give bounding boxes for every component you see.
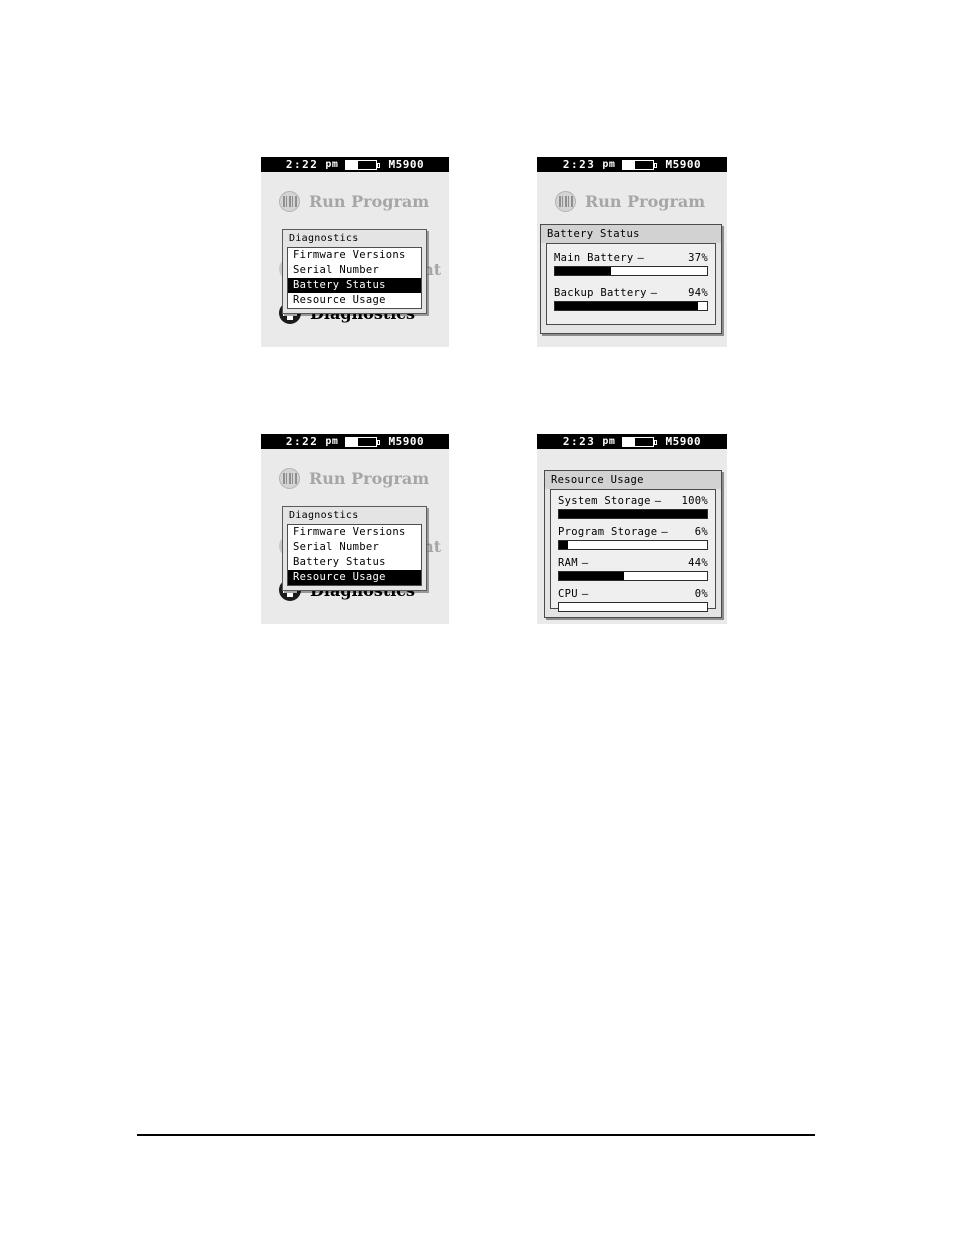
- home-screen: Run Program Diagnostics Battery Status M…: [537, 172, 727, 347]
- meter-label: System Storage — 100%: [558, 495, 708, 507]
- meter-label: Program Storage — 6%: [558, 526, 708, 538]
- meter-dash: —: [637, 252, 645, 264]
- meter-dash: —: [654, 495, 662, 507]
- meter-fill: [555, 267, 612, 275]
- status-bar: 2:22 pm M5900: [261, 434, 449, 449]
- menu-list: Firmware Versions Serial Number Battery …: [287, 524, 422, 586]
- meter-name: CPU: [558, 588, 578, 600]
- meter-name: Program Storage: [558, 526, 658, 538]
- meter-track: [554, 266, 708, 276]
- resource-usage-dialog: Resource Usage System Storage — 100% Pro…: [544, 470, 722, 618]
- dialog-body: Main Battery — 37% Backup Battery — 94%: [546, 243, 716, 325]
- dialog-title: Battery Status: [541, 225, 721, 243]
- meter-cpu: CPU — 0%: [558, 588, 708, 612]
- meter-label: CPU — 0%: [558, 588, 708, 600]
- meter-program-storage: Program Storage — 6%: [558, 526, 708, 550]
- dialog-body: System Storage — 100% Program Storage — …: [550, 489, 716, 612]
- status-clock: 2:22: [285, 158, 319, 171]
- barcode-icon: [555, 191, 576, 212]
- status-bar: 2:23 pm M5900: [537, 157, 727, 172]
- page-footer-rule: [137, 1134, 815, 1136]
- meter-label: Backup Battery — 94%: [554, 287, 708, 299]
- home-item-run-program[interactable]: Run Program: [279, 191, 429, 212]
- status-model: M5900: [665, 158, 702, 171]
- menu-title: Diagnostics: [289, 233, 359, 244]
- battery-icon: [345, 436, 381, 447]
- meter-dash: —: [661, 526, 668, 538]
- meter-backup-battery: Backup Battery — 94%: [554, 287, 708, 311]
- status-clock: 2:22: [285, 435, 319, 448]
- home-item-run-program[interactable]: Run Program: [555, 191, 705, 212]
- menu-item-battery-status[interactable]: Battery Status: [288, 555, 421, 570]
- meter-fill: [559, 541, 568, 549]
- battery-icon: [622, 159, 658, 170]
- status-clock: 2:23: [562, 158, 596, 171]
- device-screen-battery-status: 2:23 pm M5900 Run Program Diagnostics Ba…: [537, 157, 727, 347]
- meter-name: Main Battery: [554, 252, 634, 264]
- meter-track: [558, 602, 708, 612]
- home-item-run-program[interactable]: Run Program: [279, 468, 429, 489]
- barcode-icon: [279, 191, 300, 212]
- home-screen: Run Program Program Light Diagnostics Di…: [261, 172, 449, 347]
- menu-item-serial-number[interactable]: Serial Number: [288, 540, 421, 555]
- meter-ram: RAM — 44%: [558, 557, 708, 581]
- dialog-title: Resource Usage: [545, 471, 721, 489]
- status-ampm: pm: [325, 436, 339, 447]
- home-item-label: Run Program: [309, 192, 430, 211]
- home-screen: Resource Usage System Storage — 100% Pro…: [537, 449, 727, 624]
- meter-fill: [555, 302, 698, 310]
- status-model: M5900: [388, 158, 425, 171]
- status-model: M5900: [665, 435, 702, 448]
- meter-track: [558, 509, 708, 519]
- menu-list: Firmware Versions Serial Number Battery …: [287, 247, 422, 309]
- meter-track: [554, 301, 708, 311]
- status-model: M5900: [388, 435, 425, 448]
- meter-track: [558, 540, 708, 550]
- meter-main-battery: Main Battery — 37%: [554, 252, 708, 276]
- menu-item-serial-number[interactable]: Serial Number: [288, 263, 421, 278]
- menu-title: Diagnostics: [289, 510, 359, 521]
- device-screen-menu-battery: 2:22 pm M5900 Run Program Program Light …: [261, 157, 449, 347]
- meter-name: Backup Battery: [554, 287, 647, 299]
- meter-dash: —: [581, 588, 589, 600]
- meter-fill: [559, 510, 707, 518]
- meter-value: 44%: [688, 557, 708, 569]
- status-ampm: pm: [602, 436, 616, 447]
- status-ampm: pm: [325, 159, 339, 170]
- status-bar: 2:23 pm M5900: [537, 434, 727, 449]
- meter-label: Main Battery — 37%: [554, 252, 708, 264]
- meter-dash: —: [581, 557, 589, 569]
- battery-icon: [622, 436, 658, 447]
- meter-value: 6%: [694, 526, 708, 538]
- menu-item-battery-status[interactable]: Battery Status: [288, 278, 421, 293]
- status-ampm: pm: [602, 159, 616, 170]
- menu-item-firmware-versions[interactable]: Firmware Versions: [288, 525, 421, 540]
- meter-fill: [559, 572, 625, 580]
- menu-item-resource-usage[interactable]: Resource Usage: [288, 570, 421, 585]
- meter-name: RAM: [558, 557, 578, 569]
- meter-system-storage: System Storage — 100%: [558, 495, 708, 519]
- meter-track: [558, 571, 708, 581]
- diagnostics-menu: Diagnostics Firmware Versions Serial Num…: [282, 506, 427, 591]
- status-clock: 2:23: [562, 435, 596, 448]
- home-screen: Run Program Program Light Diagnostics Di…: [261, 449, 449, 624]
- device-screen-resource-usage: 2:23 pm M5900 Resource Usage System Stor…: [537, 434, 727, 624]
- menu-item-resource-usage[interactable]: Resource Usage: [288, 293, 421, 308]
- diagnostics-menu: Diagnostics Firmware Versions Serial Num…: [282, 229, 427, 314]
- battery-status-dialog: Battery Status Main Battery — 37% Backup…: [540, 224, 722, 334]
- meter-value: 0%: [694, 588, 708, 600]
- home-item-label: Run Program: [309, 469, 430, 488]
- barcode-icon: [279, 468, 300, 489]
- device-screen-menu-resource: 2:22 pm M5900 Run Program Program Light …: [261, 434, 449, 624]
- battery-icon: [345, 159, 381, 170]
- status-bar: 2:22 pm M5900: [261, 157, 449, 172]
- meter-value: 37%: [688, 252, 708, 264]
- meter-value: 94%: [688, 287, 708, 299]
- meter-label: RAM — 44%: [558, 557, 708, 569]
- meter-name: System Storage: [558, 495, 651, 507]
- meter-dash: —: [650, 287, 658, 299]
- home-item-label: Run Program: [585, 192, 706, 211]
- meter-value: 100%: [681, 495, 708, 507]
- menu-item-firmware-versions[interactable]: Firmware Versions: [288, 248, 421, 263]
